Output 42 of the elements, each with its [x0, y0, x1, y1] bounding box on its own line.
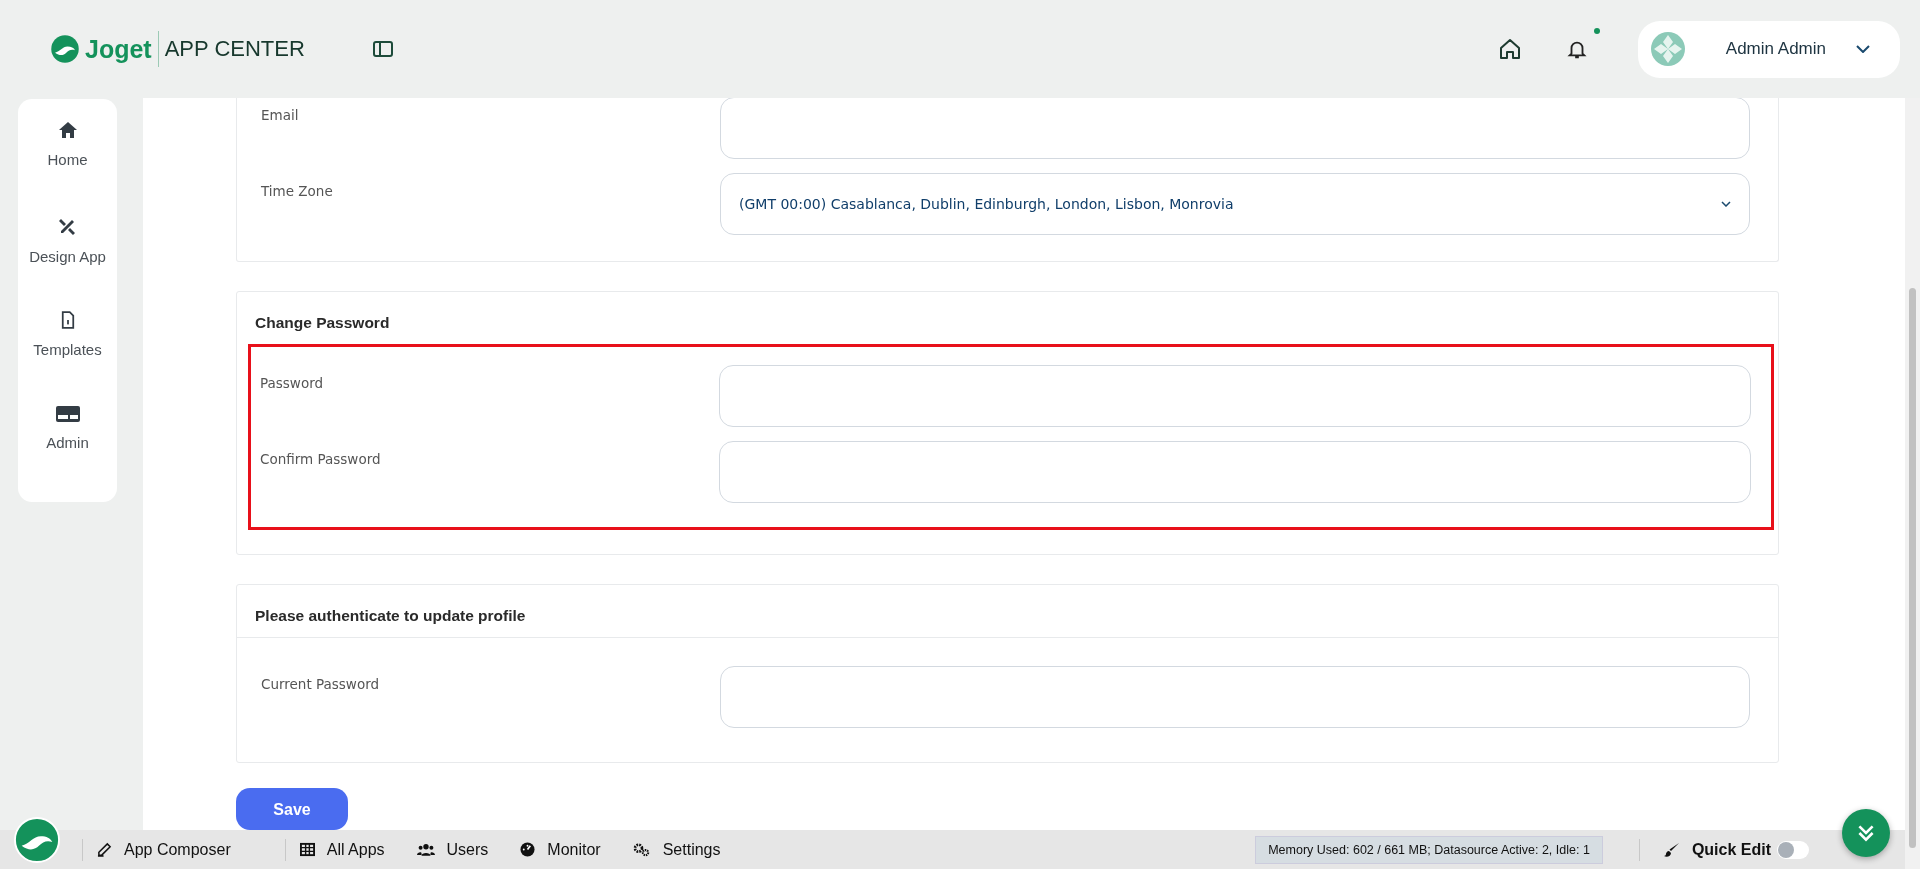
sidebar-item[interactable]: Home [18, 121, 117, 216]
input-field[interactable] [720, 98, 1750, 159]
avatar-icon [1649, 31, 1686, 67]
logo-icon [50, 34, 80, 64]
field-label: Time Zone [261, 182, 334, 199]
quick-edit-toggle[interactable] [1777, 840, 1809, 859]
memory-status: Memory Used: 602 / 661 MB; Datasource Active: 2, Idle: 1 [1255, 835, 1603, 864]
paintbrush-icon [1663, 841, 1680, 858]
sidebar-item[interactable]: Admin [18, 406, 117, 501]
app-title: APP CENTER [164, 36, 305, 62]
bottom-bar-link[interactable]: Users [416, 840, 489, 859]
input-field[interactable] [719, 441, 1751, 503]
field-label: Current Password [261, 675, 381, 692]
input-field[interactable] [720, 666, 1750, 728]
field-label: Email [261, 106, 300, 123]
dashboard-icon [55, 406, 80, 422]
input-field[interactable] [719, 365, 1751, 427]
home-icon [57, 121, 78, 139]
quick-edit-label: Quick Edit [1691, 840, 1771, 859]
document-icon [60, 311, 75, 329]
gauge-icon [520, 842, 536, 857]
sidebar-item[interactable]: Design App [18, 216, 117, 311]
section-heading: Please authenticate to update profile [254, 606, 527, 626]
field-label: Confirm Password [260, 450, 382, 467]
chevron-down-icon [1721, 201, 1731, 207]
chevron-down-icon [1856, 45, 1870, 53]
bottom-bar-link[interactable]: Monitor [520, 840, 601, 859]
users-icon [416, 843, 435, 856]
logo-text: Joget [85, 31, 159, 67]
logo-icon[interactable] [14, 816, 60, 863]
bottom-bar-link[interactable]: Settings [632, 840, 721, 859]
save-button[interactable]: Save [236, 788, 348, 830]
time-zone-select[interactable]: (GMT 00:00) Casablanca, Dublin, Edinburgh, London, Lisbon, Monrovia [720, 173, 1750, 235]
bottom-bar-link[interactable]: App Composer [97, 840, 231, 859]
user-menu-button[interactable]: Admin Admin [1637, 20, 1900, 78]
gears-icon [632, 842, 651, 857]
pencil-icon [97, 842, 112, 857]
grid-icon [299, 842, 315, 857]
bottom-bar-link[interactable]: All Apps [299, 840, 385, 859]
sidebar-item[interactable]: Templates [18, 311, 117, 406]
field-label: Password [260, 374, 325, 391]
section-heading: Change Password [254, 313, 391, 333]
